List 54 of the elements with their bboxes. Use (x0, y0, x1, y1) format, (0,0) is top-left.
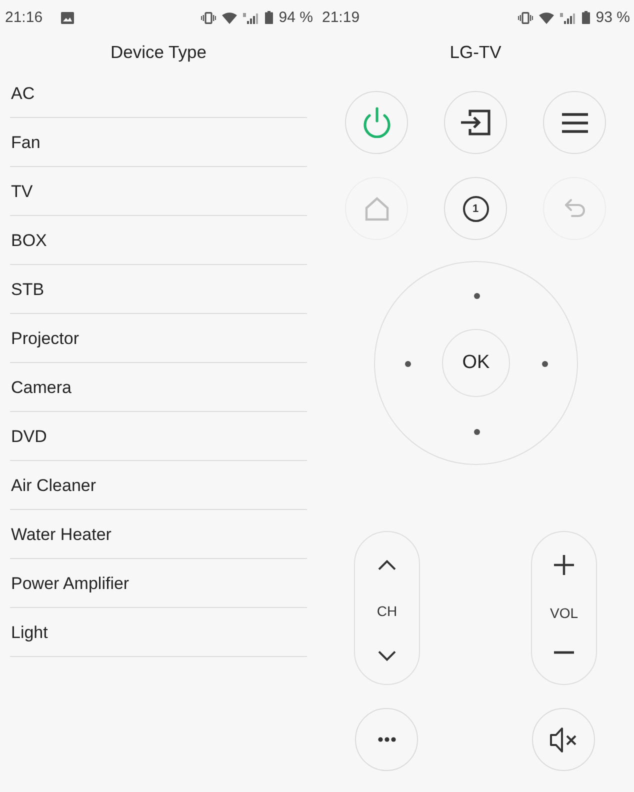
number-button[interactable]: 1 (444, 177, 507, 240)
circled-number: 1 (462, 196, 488, 222)
device-type-item[interactable]: STB (10, 265, 307, 314)
input-button[interactable] (444, 91, 507, 154)
input-icon (460, 109, 491, 136)
device-type-item[interactable]: TV (10, 167, 307, 216)
power-button[interactable] (345, 91, 408, 154)
signal-icon (560, 12, 576, 24)
ok-button[interactable]: OK (442, 329, 510, 397)
battery-percentage: 93 % (596, 8, 630, 26)
screen-title: Device Type (110, 42, 206, 62)
more-icon (378, 737, 396, 742)
dpad-ring[interactable]: OK (374, 261, 578, 465)
device-type-item[interactable]: Water Heater (10, 510, 307, 559)
signal-icon (242, 12, 259, 24)
back-arrow-icon (564, 198, 586, 219)
wifi-icon (222, 12, 237, 24)
device-type-item[interactable]: AC (10, 69, 307, 118)
mute-icon (550, 726, 577, 752)
chevron-down-icon[interactable] (378, 651, 396, 661)
plus-icon[interactable] (554, 555, 574, 575)
chevron-up-icon[interactable] (378, 560, 396, 570)
battery-icon (582, 11, 590, 24)
vibrate-icon (518, 12, 533, 24)
device-type-item[interactable]: BOX (10, 216, 307, 265)
channel-rocker[interactable]: CH (354, 531, 420, 685)
status-time: 21:19 (322, 8, 360, 26)
volume-rocker[interactable]: VOL (531, 531, 597, 685)
minus-icon[interactable] (554, 651, 574, 654)
vibrate-icon (200, 12, 216, 24)
device-type-item[interactable]: DVD (10, 412, 307, 461)
status-time: 21:16 (5, 8, 43, 26)
volume-label: VOL (550, 605, 578, 621)
dpad-down-dot-icon[interactable] (474, 429, 480, 435)
dpad-right-dot-icon[interactable] (542, 361, 548, 367)
dpad-left-dot-icon[interactable] (405, 361, 411, 367)
device-type-item[interactable]: Air Cleaner (10, 461, 307, 510)
home-icon (364, 196, 388, 220)
menu-button[interactable] (543, 91, 606, 154)
menu-icon (562, 112, 588, 132)
mute-button[interactable] (532, 708, 595, 771)
image-icon (60, 12, 74, 24)
device-type-item[interactable]: Light (10, 608, 307, 657)
channel-label: CH (376, 602, 398, 618)
device-type-item[interactable]: Camera (10, 363, 307, 412)
wifi-icon (538, 12, 554, 24)
screen-title: LG-TV (450, 42, 502, 62)
dpad-up-dot-icon[interactable] (474, 293, 480, 299)
device-type-item[interactable]: Projector (10, 314, 307, 363)
battery-percentage: 94 % (278, 8, 313, 26)
device-type-item[interactable]: Power Amplifier (10, 559, 307, 608)
device-type-item[interactable]: Fan (10, 118, 307, 167)
power-icon (362, 107, 392, 138)
battery-icon (264, 11, 273, 24)
